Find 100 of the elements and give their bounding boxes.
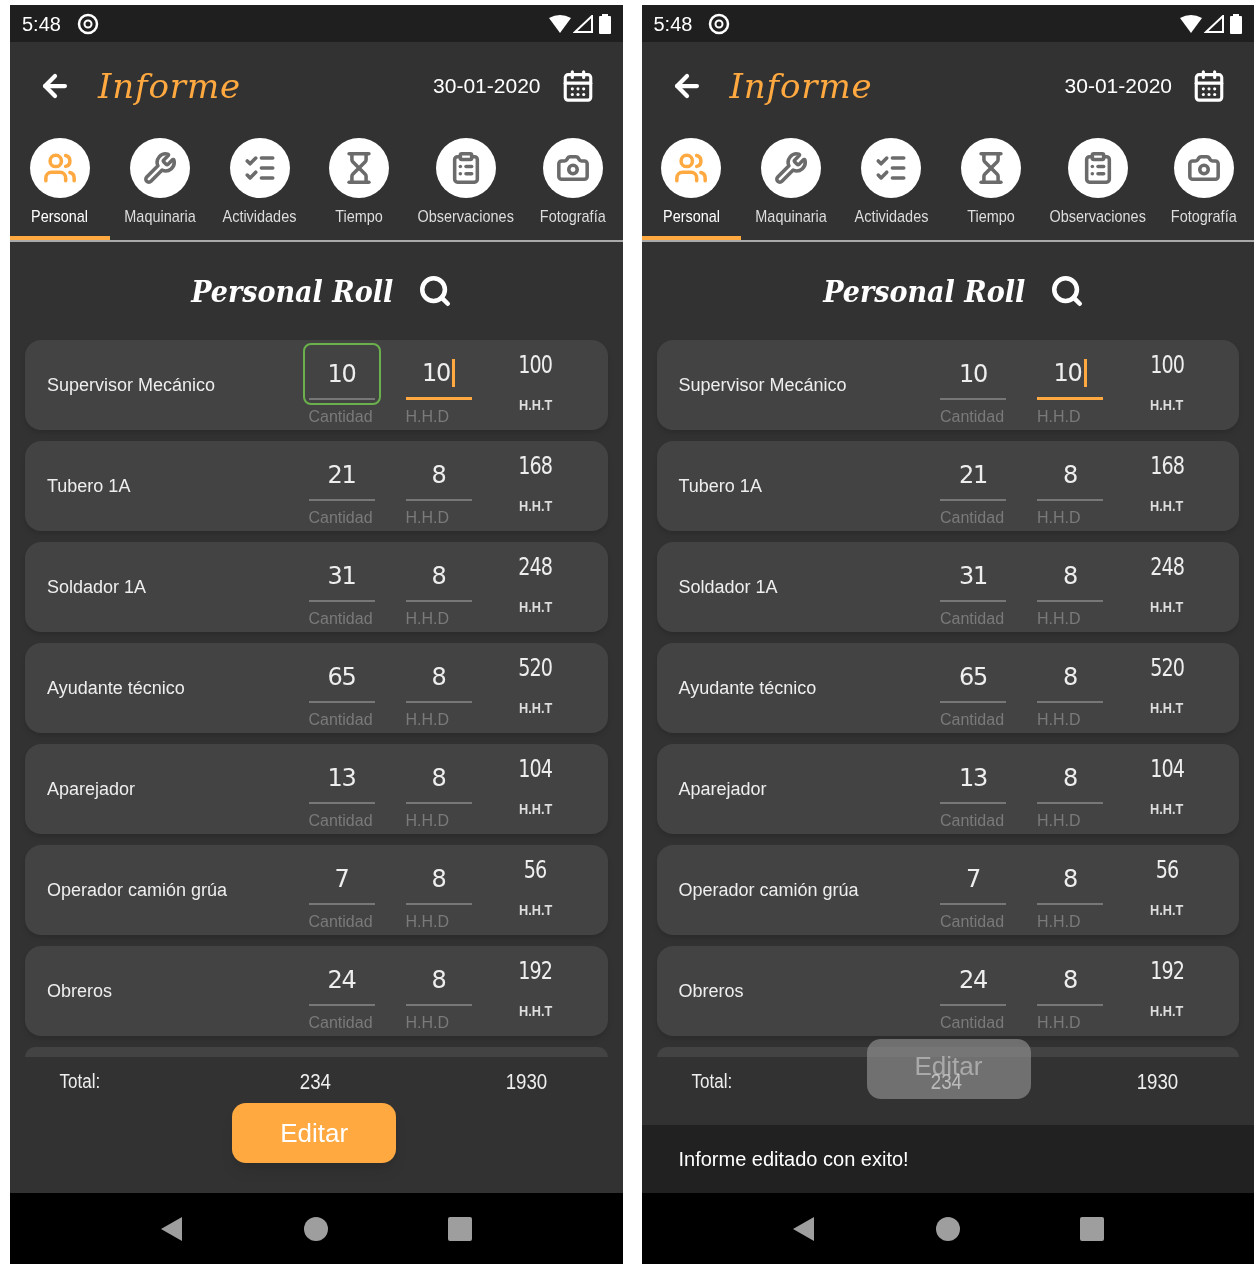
number-input[interactable]: 13 [302,747,381,809]
role-name: Aparejador [678,777,768,801]
category-tab[interactable]: Maquinaria [109,130,210,240]
battery-icon [598,13,611,34]
category-tab[interactable]: Observaciones [1040,130,1155,240]
status-time: 5:48 [22,11,61,37]
number-input[interactable]: 24 [934,949,1012,1011]
people-icon [674,151,709,185]
signal-icon [572,14,593,33]
role-name: Aparejador [47,777,137,801]
field-label: H.H.T [518,395,553,415]
role-name: Obreros [678,979,745,1003]
number-input[interactable]: 8 [399,747,478,809]
number-input[interactable]: 7 [934,848,1012,910]
category-tab[interactable]: Tiempo [941,130,1041,240]
number-input[interactable]: 13 [934,747,1012,809]
number-input[interactable]: 10 [1031,343,1109,405]
number-input[interactable]: 10 [934,343,1012,405]
role-name: Soldador 1A [678,575,779,599]
number-input[interactable]: 8 [1031,545,1109,607]
role-name: Obreros [47,979,114,1003]
category-tab[interactable]: Fotografía [1154,130,1254,240]
calendar-icon[interactable] [1192,69,1226,103]
date-text: 30-01-2020 [433,73,541,100]
number-input[interactable]: 65 [934,646,1012,708]
hours-total: 248 [518,552,553,582]
field-label: H.H.T [518,900,553,920]
section-title: Personal Roll [191,272,394,311]
number-input[interactable]: 24 [302,949,381,1011]
number-input[interactable]: 21 [302,444,381,506]
field-label: H.H.T [518,496,553,516]
number-input[interactable]: 65 [302,646,381,708]
field-label: H.H.T [1150,799,1184,819]
recents-nav-icon[interactable] [448,1216,473,1241]
role-name: Ayudante técnico [47,676,186,700]
field-label: H.H.T [518,799,553,819]
tools-icon [142,151,177,185]
number-input[interactable]: 8 [399,646,478,708]
hours-total: 192 [1150,956,1184,986]
hours-total: 104 [518,754,553,784]
role-name: Operador camión grúa [678,878,860,902]
number-input[interactable]: 8 [1031,646,1109,708]
category-tab[interactable]: Personal [10,130,110,240]
category-tab[interactable]: Actividades [209,130,310,240]
hours-total: 520 [1150,653,1184,683]
field-label: H.H.T [1150,496,1184,516]
category-tab[interactable]: Tiempo [309,130,410,240]
number-input[interactable]: 8 [1031,747,1109,809]
total-label: Total: [59,1069,101,1094]
number-input[interactable]: 31 [302,545,381,607]
number-input[interactable]: 8 [1031,949,1109,1011]
total-quantity: 234 [299,1067,331,1096]
people-icon [42,151,77,185]
back-nav-icon[interactable] [160,1215,185,1242]
status-time: 5:48 [653,11,693,37]
battery-icon [1230,13,1242,34]
number-input[interactable]: 7 [302,848,381,910]
number-input[interactable]: 10 [302,343,381,405]
field-label: H.H.T [518,698,553,718]
back-nav-icon[interactable] [791,1215,816,1242]
screen-title: Informe [98,64,241,108]
number-input[interactable]: 10 [399,343,478,405]
field-label: H.H.T [518,1001,553,1021]
field-label: H.H.T [1150,597,1184,617]
wifi-icon [1180,14,1202,33]
search-icon[interactable] [418,274,453,308]
signal-icon [1204,14,1224,33]
role-name: Tubero 1A [47,474,132,498]
category-tab[interactable]: Personal [641,130,742,240]
screen-title: Informe [729,64,873,108]
hours-total: 104 [1150,754,1184,784]
wifi-icon [548,14,571,33]
category-tab[interactable]: Actividades [841,130,941,240]
field-label: H.H.T [1150,395,1184,415]
field-label: H.H.T [1150,900,1184,920]
hours-total: 100 [1150,350,1184,380]
category-tab[interactable]: Observaciones [409,130,523,240]
field-label: H.H.T [1150,1001,1184,1021]
hours-total: 168 [518,451,553,481]
number-input[interactable]: 8 [1031,444,1109,506]
role-name: Soldador 1A [47,575,148,599]
number-input[interactable]: 8 [399,949,478,1011]
role-name: Ayudante técnico [678,676,818,700]
role-name: Supervisor Mecánico [678,373,848,397]
search-icon[interactable] [1049,274,1084,308]
hours-total: 168 [1150,451,1184,481]
total-label: Total: [691,1069,732,1094]
category-tab[interactable]: Fotografía [522,130,623,240]
snackbar: Informe editado con exito! [641,1125,1254,1193]
number-input[interactable]: 21 [934,444,1012,506]
home-nav-icon[interactable] [935,1216,960,1241]
category-tab[interactable]: Maquinaria [741,130,842,240]
recents-nav-icon[interactable] [1079,1216,1104,1241]
number-input[interactable]: 8 [399,545,478,607]
number-input[interactable]: 8 [399,848,478,910]
role-name: Supervisor Mecánico [47,373,217,397]
number-input[interactable]: 8 [399,444,478,506]
number-input[interactable]: 8 [1031,848,1109,910]
home-nav-icon[interactable] [304,1216,329,1241]
number-input[interactable]: 31 [934,545,1012,607]
